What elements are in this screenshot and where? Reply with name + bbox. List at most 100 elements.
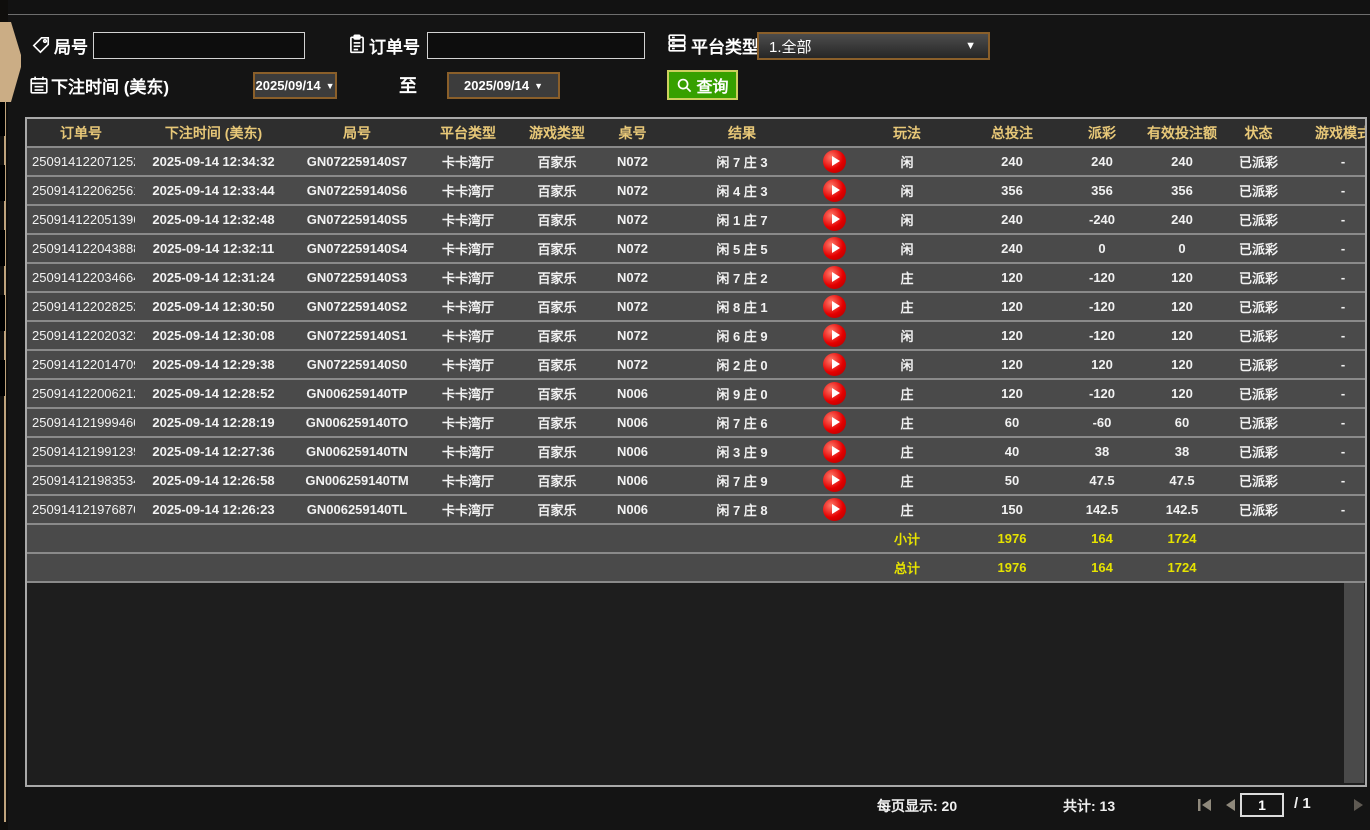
cell-replay — [819, 177, 849, 206]
cell-game-type: 百家乐 — [514, 380, 600, 409]
replay-icon[interactable] — [823, 179, 846, 202]
cell-payout: 47.5 — [1059, 467, 1145, 496]
cell-status: 已派彩 — [1219, 206, 1298, 235]
col-header-5: 桌号 — [600, 119, 665, 148]
cell-table-no: N072 — [600, 264, 665, 293]
cell-order-id: 250914122062561 — [27, 177, 135, 206]
cell-result: 闲 7 庄 8 — [665, 496, 819, 525]
cell-replay — [819, 380, 849, 409]
replay-icon[interactable] — [823, 469, 846, 492]
cell-table-no: N006 — [600, 496, 665, 525]
col-header-9: 总投注 — [965, 119, 1059, 148]
clipboard-icon — [347, 34, 367, 54]
replay-icon[interactable] — [823, 440, 846, 463]
replay-icon[interactable] — [823, 208, 846, 231]
totals-payout: 164 — [1059, 554, 1145, 583]
query-button[interactable]: 查询 — [667, 70, 738, 100]
scrollbar-thumb[interactable] — [1344, 583, 1364, 783]
cell-round-id: GN072259140S6 — [292, 177, 422, 206]
replay-icon[interactable] — [823, 382, 846, 405]
left-edge-block — [0, 295, 5, 331]
cell-total-bet: 240 — [965, 235, 1059, 264]
total-count-label: 共计: 13 — [1063, 796, 1115, 816]
cell-mode: - — [1298, 293, 1367, 322]
cell-bet-time: 2025-09-14 12:28:19 — [135, 409, 292, 438]
totals-empty-cell — [1298, 554, 1367, 583]
dropdown-arrow-icon: ▼ — [965, 40, 988, 52]
page-total-label: / 1 — [1294, 795, 1311, 812]
cell-round-id: GN072259140S7 — [292, 148, 422, 177]
cell-play: 庄 — [849, 496, 965, 525]
totals-label: 小计 — [849, 525, 965, 554]
prev-page-icon[interactable] — [1224, 798, 1236, 812]
totals-empty-cell — [600, 554, 665, 583]
date-to-select[interactable]: 2025/09/14 ▼ — [447, 72, 560, 99]
cell-bet-time: 2025-09-14 12:33:44 — [135, 177, 292, 206]
table-row: 2509141220513962025-09-14 12:32:48GN0722… — [27, 206, 1367, 235]
cell-table-no: N006 — [600, 467, 665, 496]
cell-table-no: N072 — [600, 177, 665, 206]
cell-bet-time: 2025-09-14 12:31:24 — [135, 264, 292, 293]
totals-label: 总计 — [849, 554, 965, 583]
table-row: 2509141219912392025-09-14 12:27:36GN0062… — [27, 438, 1367, 467]
cell-bet-time: 2025-09-14 12:29:38 — [135, 351, 292, 380]
cell-play: 闲 — [849, 148, 965, 177]
cell-valid-bet: 120 — [1145, 380, 1219, 409]
cell-bet-time: 2025-09-14 12:32:48 — [135, 206, 292, 235]
cell-platform: 卡卡湾厅 — [422, 322, 514, 351]
col-header-2: 局号 — [292, 119, 422, 148]
date-from-select[interactable]: 2025/09/14 ▼ — [253, 72, 337, 99]
replay-icon[interactable] — [823, 353, 846, 376]
cell-replay — [819, 351, 849, 380]
cell-round-id: GN006259140TM — [292, 467, 422, 496]
replay-icon[interactable] — [823, 237, 846, 260]
totals-empty-cell — [1219, 554, 1298, 583]
cell-bet-time: 2025-09-14 12:27:36 — [135, 438, 292, 467]
replay-icon[interactable] — [823, 266, 846, 289]
next-page-icon[interactable] — [1353, 798, 1365, 812]
cell-total-bet: 150 — [965, 496, 1059, 525]
first-page-icon[interactable] — [1197, 798, 1213, 812]
cell-result: 闲 5 庄 5 — [665, 235, 819, 264]
replay-icon[interactable] — [823, 324, 846, 347]
replay-icon[interactable] — [823, 150, 846, 173]
totals-empty-cell — [819, 525, 849, 554]
replay-icon[interactable] — [823, 498, 846, 521]
replay-icon[interactable] — [823, 411, 846, 434]
totals-empty-cell — [422, 554, 514, 583]
date-from-value: 2025/09/14 — [256, 78, 321, 93]
order-label: 订单号 — [369, 33, 420, 58]
cell-result: 闲 8 庄 1 — [665, 293, 819, 322]
cell-status: 已派彩 — [1219, 467, 1298, 496]
drawer-handle-icon[interactable] — [0, 22, 22, 102]
platform-icon — [667, 33, 687, 53]
cell-round-id: GN072259140S2 — [292, 293, 422, 322]
cell-order-id: 250914122006212 — [27, 380, 135, 409]
cell-result: 闲 1 庄 7 — [665, 206, 819, 235]
left-edge-block — [0, 230, 5, 266]
cell-total-bet: 120 — [965, 351, 1059, 380]
page-input[interactable]: 1 — [1240, 793, 1284, 817]
cell-play: 闲 — [849, 351, 965, 380]
col-header-0: 订单号 — [27, 119, 135, 148]
platform-select[interactable]: 1.全部 ▼ — [757, 32, 990, 60]
cell-total-bet: 120 — [965, 380, 1059, 409]
cell-order-id: 250914122034664 — [27, 264, 135, 293]
totals-empty-cell — [292, 525, 422, 554]
cell-order-id: 250914122014709 — [27, 351, 135, 380]
cell-play: 闲 — [849, 235, 965, 264]
order-input[interactable] — [427, 32, 645, 59]
cell-game-type: 百家乐 — [514, 322, 600, 351]
round-input[interactable] — [93, 32, 305, 59]
cell-mode: - — [1298, 351, 1367, 380]
cell-table-no: N072 — [600, 235, 665, 264]
replay-icon[interactable] — [823, 295, 846, 318]
col-header-7 — [819, 119, 849, 148]
cell-total-bet: 120 — [965, 293, 1059, 322]
cell-order-id: 250914121983534 — [27, 467, 135, 496]
cell-play: 庄 — [849, 409, 965, 438]
totals-valid-bet: 1724 — [1145, 525, 1219, 554]
col-header-12: 状态 — [1219, 119, 1298, 148]
cell-total-bet: 40 — [965, 438, 1059, 467]
left-edge-block — [0, 100, 5, 136]
